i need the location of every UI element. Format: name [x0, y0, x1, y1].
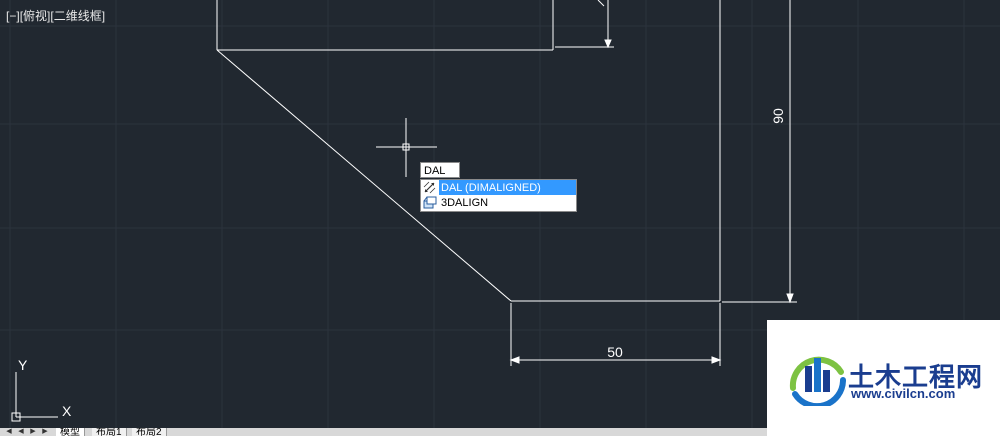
- dimension-vertical-90: [722, 0, 797, 304]
- visual-style-menu[interactable]: [二维线框]: [50, 9, 105, 23]
- drawing-geometry: [216, 0, 721, 302]
- tab-layout2[interactable]: 布局2: [132, 428, 167, 436]
- ucs-icon: [11, 372, 58, 422]
- civilcn-logo-icon: [789, 356, 847, 406]
- autocomplete-item-label: 3DALIGN: [441, 196, 489, 209]
- dimension-label-50: 50: [607, 344, 623, 360]
- dynamic-command-input[interactable]: DAL: [420, 162, 460, 178]
- layout-tab-bar: ◀ ◀ ▶ ▶ 模型 布局1 布局2: [0, 428, 767, 436]
- autocomplete-item-3dalign[interactable]: 3DALIGN: [421, 195, 576, 210]
- dimension-top-small: [555, 0, 614, 49]
- tab-prev-arrow-icon[interactable]: ◀: [16, 428, 26, 436]
- view-cube-menu[interactable]: [俯视]: [20, 9, 51, 23]
- ucs-y-label: Y: [18, 357, 28, 373]
- dimension-label-90: 90: [770, 108, 786, 124]
- autocomplete-item-label: DAL (DIMALIGNED): [441, 181, 541, 194]
- 3dalign-icon: [421, 195, 439, 210]
- tab-last-arrow-icon[interactable]: ▶: [40, 428, 50, 436]
- tab-model[interactable]: 模型: [56, 428, 85, 436]
- ucs-x-label: X: [62, 403, 72, 419]
- watermark-url: www.civilcn.com: [851, 386, 956, 401]
- dimaligned-icon: [421, 180, 439, 195]
- viewport-controls: [−][俯视][二维线框]: [6, 7, 105, 24]
- diagonal-edge: [216, 49, 512, 302]
- viewport-menu-button[interactable]: [−]: [6, 9, 20, 23]
- autocomplete-item-dimaligned[interactable]: DAL (DIMALIGNED): [421, 180, 576, 195]
- tab-layout1[interactable]: 布局1: [92, 428, 127, 436]
- tab-first-arrow-icon[interactable]: ◀: [4, 428, 14, 436]
- command-autocomplete-list: DAL (DIMALIGNED) 3DALIGN: [420, 179, 577, 212]
- tab-next-arrow-icon[interactable]: ▶: [28, 428, 38, 436]
